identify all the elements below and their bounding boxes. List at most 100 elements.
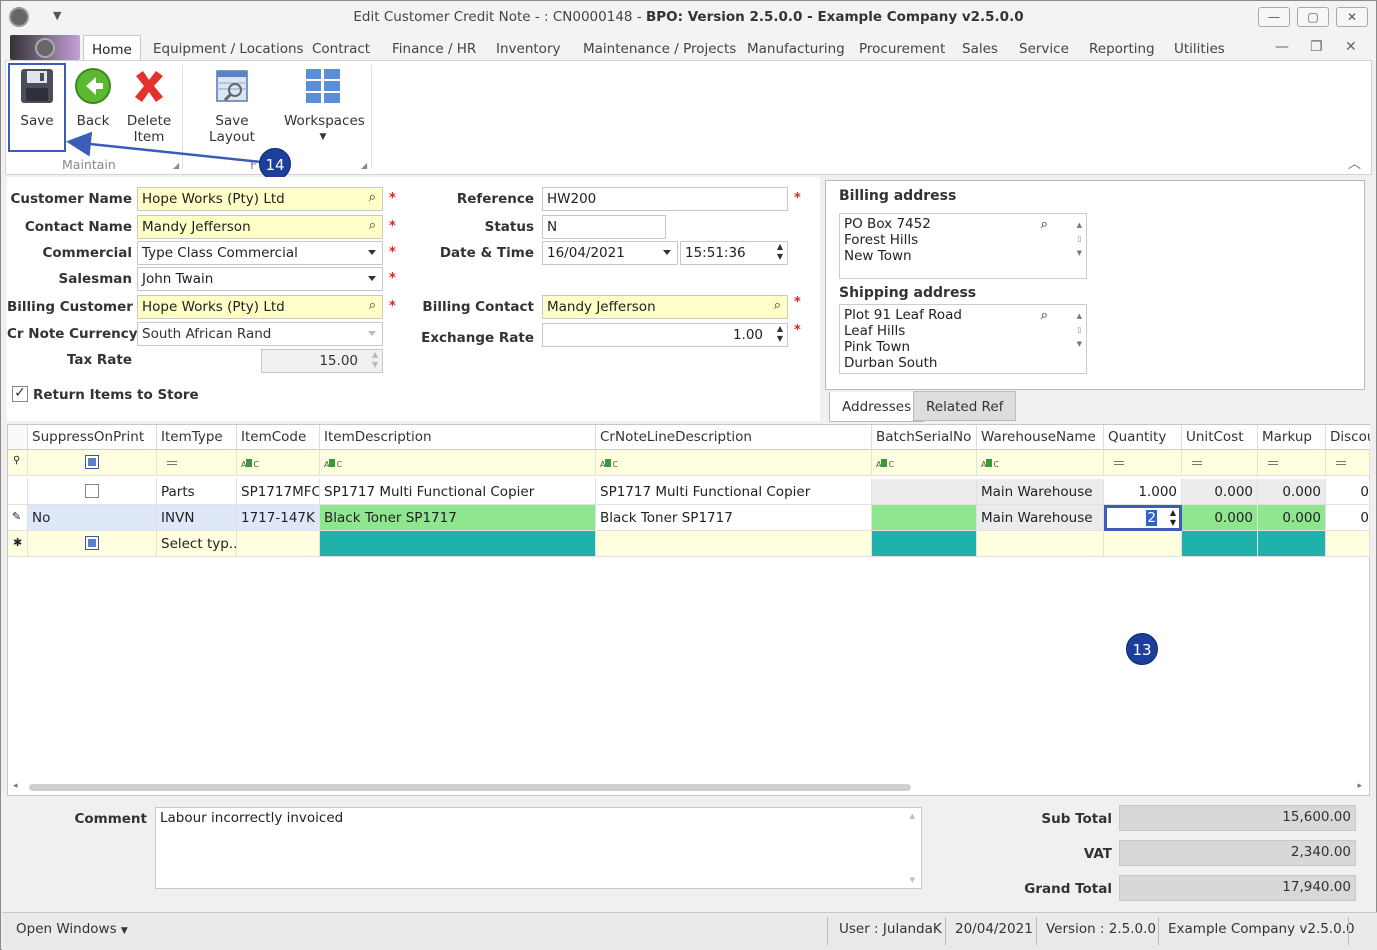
new-row-cell[interactable]	[320, 531, 596, 557]
lookup-search-icon[interactable]: ⌕	[1040, 216, 1048, 232]
line-description-cell[interactable]: SP1717 Multi Functional Copier	[596, 479, 872, 505]
customer-name-field[interactable]: Hope Works (Pty) Ltd ⌕	[137, 187, 383, 211]
filter-cell[interactable]	[157, 450, 237, 476]
filter-cell[interactable]: AC	[320, 450, 596, 476]
column-header-batchserialno[interactable]: BatchSerialNo	[872, 425, 977, 450]
quantity-cell[interactable]: 1.000	[1104, 479, 1182, 505]
filter-cell[interactable]	[1258, 450, 1326, 476]
new-row-cell[interactable]	[872, 531, 977, 557]
return-items-checkbox[interactable]: ✓	[12, 386, 28, 402]
new-row-cell[interactable]	[1182, 531, 1258, 557]
column-header-itemdescription[interactable]: ItemDescription	[320, 425, 596, 450]
new-row-cell[interactable]	[596, 531, 872, 557]
scrollbar[interactable]: ▲ ▯ ▼	[1077, 218, 1082, 260]
filter-cell[interactable]: AC	[977, 450, 1104, 476]
new-row-cell[interactable]	[1326, 531, 1370, 557]
new-row-type-cell[interactable]: Select typ...	[157, 531, 237, 557]
line-items-grid: SuppressOnPrint ItemType ItemCode ItemDe…	[7, 424, 1370, 796]
scroll-thumb[interactable]	[29, 784, 911, 791]
column-header-crnotelinedescription[interactable]: CrNoteLineDescription	[596, 425, 872, 450]
reference-field[interactable]: HW200	[542, 187, 788, 211]
filter-cell[interactable]: AC	[872, 450, 977, 476]
column-header-suppressonprint[interactable]: SuppressOnPrint	[28, 425, 157, 450]
lookup-search-icon[interactable]: ⌕	[369, 218, 376, 233]
date-field[interactable]: 16/04/2021	[542, 241, 678, 265]
column-header-discount[interactable]: Discou	[1326, 425, 1370, 450]
lookup-search-icon[interactable]: ⌕	[369, 190, 376, 205]
suppress-cell[interactable]: No	[28, 505, 157, 531]
billing-address-field[interactable]: PO Box 7452 Forest Hills New Town ⌕ ▲ ▯ ▼	[839, 213, 1087, 279]
suppress-checkbox[interactable]	[85, 484, 99, 498]
column-header-itemcode[interactable]: ItemCode	[237, 425, 320, 450]
status-field[interactable]: N	[542, 215, 666, 239]
lookup-search-icon[interactable]: ⌕	[1040, 307, 1048, 323]
row-indicator[interactable]	[8, 479, 28, 505]
lookup-search-icon[interactable]: ⌕	[774, 298, 781, 313]
batch-serial-cell[interactable]	[872, 505, 977, 531]
item-type-cell[interactable]: Parts	[157, 479, 237, 505]
billing-customer-field[interactable]: Hope Works (Pty) Ltd ⌕	[137, 295, 383, 319]
credit-note-header-form: Customer Name Hope Works (Pty) Ltd ⌕ * Co…	[7, 177, 820, 421]
time-field[interactable]: 15:51:36 ▲ ▼	[680, 241, 788, 265]
new-row-cell[interactable]	[977, 531, 1104, 557]
quantity-edit-field[interactable]: 2 ▲ ▼	[1104, 505, 1182, 531]
quantity-spin-icon[interactable]: ▲ ▼	[1170, 508, 1176, 528]
unit-cost-cell[interactable]: 0.000	[1182, 479, 1258, 505]
new-row-checkbox-cell[interactable]	[28, 531, 157, 557]
salesman-select[interactable]: John Twain	[137, 267, 383, 291]
filter-row-icon: ⚲	[8, 450, 28, 476]
exchange-rate-field[interactable]: 1.00 ▲ ▼	[542, 323, 788, 347]
item-type-cell[interactable]: INVN	[157, 505, 237, 531]
tab-related-ref[interactable]: Related Ref	[913, 391, 1017, 421]
warehouse-cell[interactable]: Main Warehouse	[977, 479, 1104, 505]
item-code-cell[interactable]: SP1717MFC	[237, 479, 320, 505]
item-code-cell[interactable]: 1717-147K	[237, 505, 320, 531]
grid-horizontal-scrollbar[interactable]: ◂ ▸	[7, 781, 1370, 795]
text-filter-icon: AC	[876, 459, 894, 469]
column-header-itemtype[interactable]: ItemType	[157, 425, 237, 450]
item-description-cell[interactable]: Black Toner SP1717	[320, 505, 596, 531]
new-row-cell[interactable]	[1258, 531, 1326, 557]
item-description-cell[interactable]: SP1717 Multi Functional Copier	[320, 479, 596, 505]
shipping-address-field[interactable]: Plot 91 Leaf Road Leaf Hills Pink Town D…	[839, 304, 1087, 374]
contact-name-field[interactable]: Mandy Jefferson ⌕	[137, 215, 383, 239]
status-separator	[1036, 917, 1037, 945]
batch-serial-cell[interactable]	[872, 479, 977, 505]
scroll-left-icon[interactable]: ◂	[13, 781, 18, 791]
tab-addresses[interactable]: Addresses	[829, 392, 925, 422]
discount-cell[interactable]: 0	[1326, 479, 1370, 505]
line-description-cell[interactable]: Black Toner SP1717	[596, 505, 872, 531]
billing-contact-field[interactable]: Mandy Jefferson ⌕	[542, 295, 788, 319]
filter-cell[interactable]	[1104, 450, 1182, 476]
warehouse-cell[interactable]: Main Warehouse	[977, 505, 1104, 531]
suppress-checkbox-cell[interactable]	[28, 479, 157, 505]
column-header-markup[interactable]: Markup	[1258, 425, 1326, 450]
scroll-down-icon[interactable]: ▼	[910, 876, 915, 884]
spin-icon[interactable]: ▲ ▼	[777, 242, 783, 262]
markup-cell[interactable]: 0.000	[1258, 505, 1326, 531]
open-windows-menu[interactable]: Open Windows ▼	[16, 921, 128, 937]
spin-icon[interactable]: ▲ ▼	[777, 324, 783, 344]
column-header-warehousename[interactable]: WarehouseName	[977, 425, 1104, 450]
filter-cell[interactable]: AC	[596, 450, 872, 476]
discount-cell[interactable]: 0	[1326, 505, 1370, 531]
filter-cell[interactable]: AC	[237, 450, 320, 476]
new-row-cell[interactable]	[237, 531, 320, 557]
markup-cell[interactable]: 0.000	[1258, 479, 1326, 505]
return-items-label: Return Items to Store	[33, 387, 199, 403]
new-row-checkbox[interactable]	[85, 536, 99, 550]
new-row-cell[interactable]	[1104, 531, 1182, 557]
scroll-up-icon[interactable]: ▲	[910, 812, 915, 820]
filter-cell[interactable]	[1326, 450, 1370, 476]
lookup-search-icon[interactable]: ⌕	[369, 298, 376, 313]
column-header-quantity[interactable]: Quantity	[1104, 425, 1182, 450]
scrollbar[interactable]: ▲ ▯ ▼	[1077, 309, 1082, 351]
scroll-right-icon[interactable]: ▸	[1357, 781, 1362, 791]
filter-cell[interactable]	[28, 450, 157, 476]
filter-cell[interactable]	[1182, 450, 1258, 476]
commercial-select[interactable]: Type Class Commercial	[137, 241, 383, 265]
comment-textarea[interactable]: Labour incorrectly invoiced ▲ ▼	[155, 807, 922, 889]
currency-select[interactable]: South African Rand	[137, 322, 383, 346]
column-header-unitcost[interactable]: UnitCost	[1182, 425, 1258, 450]
unit-cost-cell[interactable]: 0.000	[1182, 505, 1258, 531]
